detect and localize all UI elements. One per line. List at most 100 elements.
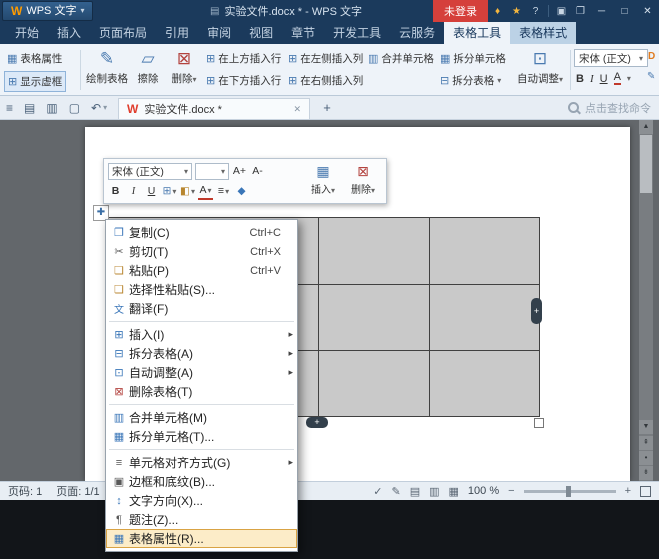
insert-col-right-button[interactable]: ⊞ 在右侧插入列 [288, 71, 363, 90]
scroll-down-button[interactable]: ▼ [639, 420, 653, 434]
menu-icon[interactable]: ≡ [6, 101, 13, 115]
vertical-scrollbar[interactable]: ▲ ▼ ⇞ • ⇟ [639, 120, 653, 481]
mini-align-button[interactable]: ≡▾ [216, 183, 231, 199]
menu-item-text-direction[interactable]: ↕ 文字方向(X)... [106, 491, 297, 510]
mini-delete-button[interactable]: ⊠ 删除▾ [344, 162, 382, 200]
merge-cells-button[interactable]: ▥ 合并单元格 [368, 49, 434, 68]
tab-table-tools[interactable]: 表格工具 [444, 22, 510, 44]
table-properties-button[interactable]: ▦ 表格属性 [4, 49, 65, 68]
tab-home[interactable]: 开始 [6, 22, 48, 44]
menu-item-table-properties[interactable]: ▦ 表格属性(R)... [106, 529, 297, 548]
edit-mode-icon[interactable]: ✎ [391, 485, 400, 498]
close-button[interactable]: ✕ [636, 0, 659, 22]
save-button[interactable]: ▤ [24, 101, 35, 115]
split-table-button[interactable]: ⊟ 拆分表格 ▾ [440, 71, 501, 90]
maximize-button[interactable]: □ [613, 0, 636, 22]
tab-review[interactable]: 审阅 [198, 22, 240, 44]
menu-item-split-cells[interactable]: ▦ 拆分单元格(T)... [106, 427, 297, 446]
scroll-up-button[interactable]: ▲ [639, 120, 653, 134]
print-preview-button[interactable]: ▢ [69, 101, 80, 115]
tab-insert[interactable]: 插入 [48, 22, 90, 44]
draw-table-button[interactable]: ✎ 绘制表格 [84, 47, 130, 93]
skin-icon[interactable]: ▣ [552, 6, 571, 17]
insert-row-below-button[interactable]: ⊞ 在下方插入行 [206, 71, 281, 90]
vip-icon[interactable]: ♦ [488, 6, 507, 17]
command-search[interactable]: 点击查找命令 [568, 96, 651, 119]
autofit-button[interactable]: ⊡ 自动调整▾ [514, 47, 566, 93]
mini-underline-button[interactable]: U [144, 183, 159, 199]
zoom-slider-handle[interactable] [566, 486, 571, 497]
web-view-button[interactable]: ▥ [429, 485, 439, 498]
minimize-button[interactable]: ─ [590, 0, 613, 22]
zoom-level[interactable]: 100 % [468, 485, 499, 497]
previous-page-button[interactable]: ⇞ [639, 436, 653, 450]
page-view-button[interactable]: ▤ [410, 485, 420, 498]
menu-item-cut[interactable]: ✂ 剪切(T) Ctrl+X [106, 242, 297, 261]
mini-insert-button[interactable]: ▦ 插入▾ [304, 162, 342, 200]
zoom-slider[interactable] [524, 490, 616, 493]
split-cells-button[interactable]: ▦ 拆分单元格 [440, 49, 506, 68]
mini-shading-button[interactable]: ◧▾ [180, 183, 195, 199]
mini-font-color-button[interactable]: A▾ [198, 182, 213, 200]
fullscreen-icon[interactable] [640, 486, 651, 497]
tab-developer[interactable]: 开发工具 [324, 22, 390, 44]
menu-item-split-table[interactable]: ⊟ 拆分表格(A) ▸ [106, 344, 297, 363]
mini-font-size-select[interactable]: ▾ [195, 163, 229, 180]
layout-switch-icon[interactable]: ❐ [571, 6, 590, 17]
pencil-icon[interactable]: ✎ [647, 71, 655, 82]
grow-font-button[interactable]: A+ [232, 163, 247, 179]
underline-button[interactable]: U [600, 73, 608, 85]
menu-item-caption[interactable]: ¶ 题注(Z)... [106, 510, 297, 529]
tab-table-styles[interactable]: 表格样式 [510, 22, 576, 44]
print-button[interactable]: ▥ [46, 101, 57, 115]
mini-font-select[interactable]: 宋体 (正文) ▾ [108, 163, 192, 180]
menu-item-cell-alignment[interactable]: ≡ 单元格对齐方式(G) ▸ [106, 453, 297, 472]
zoom-out-button[interactable]: − [508, 485, 514, 497]
wps-app-button[interactable]: W WPS 文字 ▾ [2, 1, 93, 21]
outline-view-button[interactable]: ▦ [449, 485, 459, 498]
mini-bold-button[interactable]: B [108, 183, 123, 199]
docer-icon[interactable]: D [648, 51, 655, 62]
mini-borders-button[interactable]: ⊞▾ [162, 183, 177, 199]
bold-button[interactable]: B [576, 73, 584, 85]
italic-button[interactable]: I [590, 73, 594, 85]
insert-column-handle[interactable]: + [531, 298, 542, 324]
scrollbar-thumb[interactable] [640, 135, 652, 193]
menu-item-merge-cells[interactable]: ▥ 合并单元格(M) [106, 408, 297, 427]
menu-item-translate[interactable]: 文 翻译(F) [106, 299, 297, 318]
star-icon[interactable]: ★ [507, 6, 526, 17]
menu-item-borders-shading[interactable]: ▣ 边框和底纹(B)... [106, 472, 297, 491]
menu-item-insert[interactable]: ⊞ 插入(I) ▸ [106, 325, 297, 344]
tab-cloud[interactable]: 云服务 [390, 22, 444, 44]
menu-item-copy[interactable]: ❐ 复制(C) Ctrl+C [106, 223, 297, 242]
next-page-button[interactable]: ⇟ [639, 466, 653, 480]
eraser-button[interactable]: ▱ 擦除 [132, 47, 164, 93]
insert-col-left-button[interactable]: ⊞ 在左侧插入列 [288, 49, 363, 68]
zoom-in-button[interactable]: + [625, 485, 631, 497]
document-tab[interactable]: W 实验文件.docx * ✕ [118, 98, 310, 119]
mini-italic-button[interactable]: I [126, 183, 141, 199]
new-tab-button[interactable]: + [318, 99, 336, 117]
delete-button[interactable]: ⊠ 删除▾ [166, 47, 202, 93]
tab-view[interactable]: 视图 [240, 22, 282, 44]
table-resize-handle[interactable] [534, 418, 544, 428]
shrink-font-button[interactable]: A- [250, 163, 265, 179]
insert-row-above-button[interactable]: ⊞ 在上方插入行 [206, 49, 281, 68]
insert-row-handle[interactable]: + [306, 417, 328, 428]
show-gridlines-toggle[interactable]: ⊞ 显示虚框 [4, 71, 66, 92]
font-name-select[interactable]: 宋体 (正文) ▾ [574, 49, 648, 67]
help-icon[interactable]: ? [526, 6, 545, 17]
undo-button[interactable]: ↶▾ [91, 101, 107, 115]
tab-section[interactable]: 章节 [282, 22, 324, 44]
font-color-button[interactable]: A [614, 72, 621, 85]
format-painter-button[interactable]: ◆ [234, 183, 249, 199]
tab-page-layout[interactable]: 页面布局 [90, 22, 156, 44]
menu-item-paste-special[interactable]: ❏ 选择性粘贴(S)... [106, 280, 297, 299]
menu-item-delete-table[interactable]: ⊠ 删除表格(T) [106, 382, 297, 401]
login-button[interactable]: 未登录 [433, 0, 488, 22]
tab-references[interactable]: 引用 [156, 22, 198, 44]
browse-object-button[interactable]: • [639, 451, 653, 465]
tab-close-icon[interactable]: ✕ [293, 104, 301, 115]
spellcheck-icon[interactable]: ✓ [373, 485, 382, 498]
menu-item-autofit[interactable]: ⊡ 自动调整(A) ▸ [106, 363, 297, 382]
